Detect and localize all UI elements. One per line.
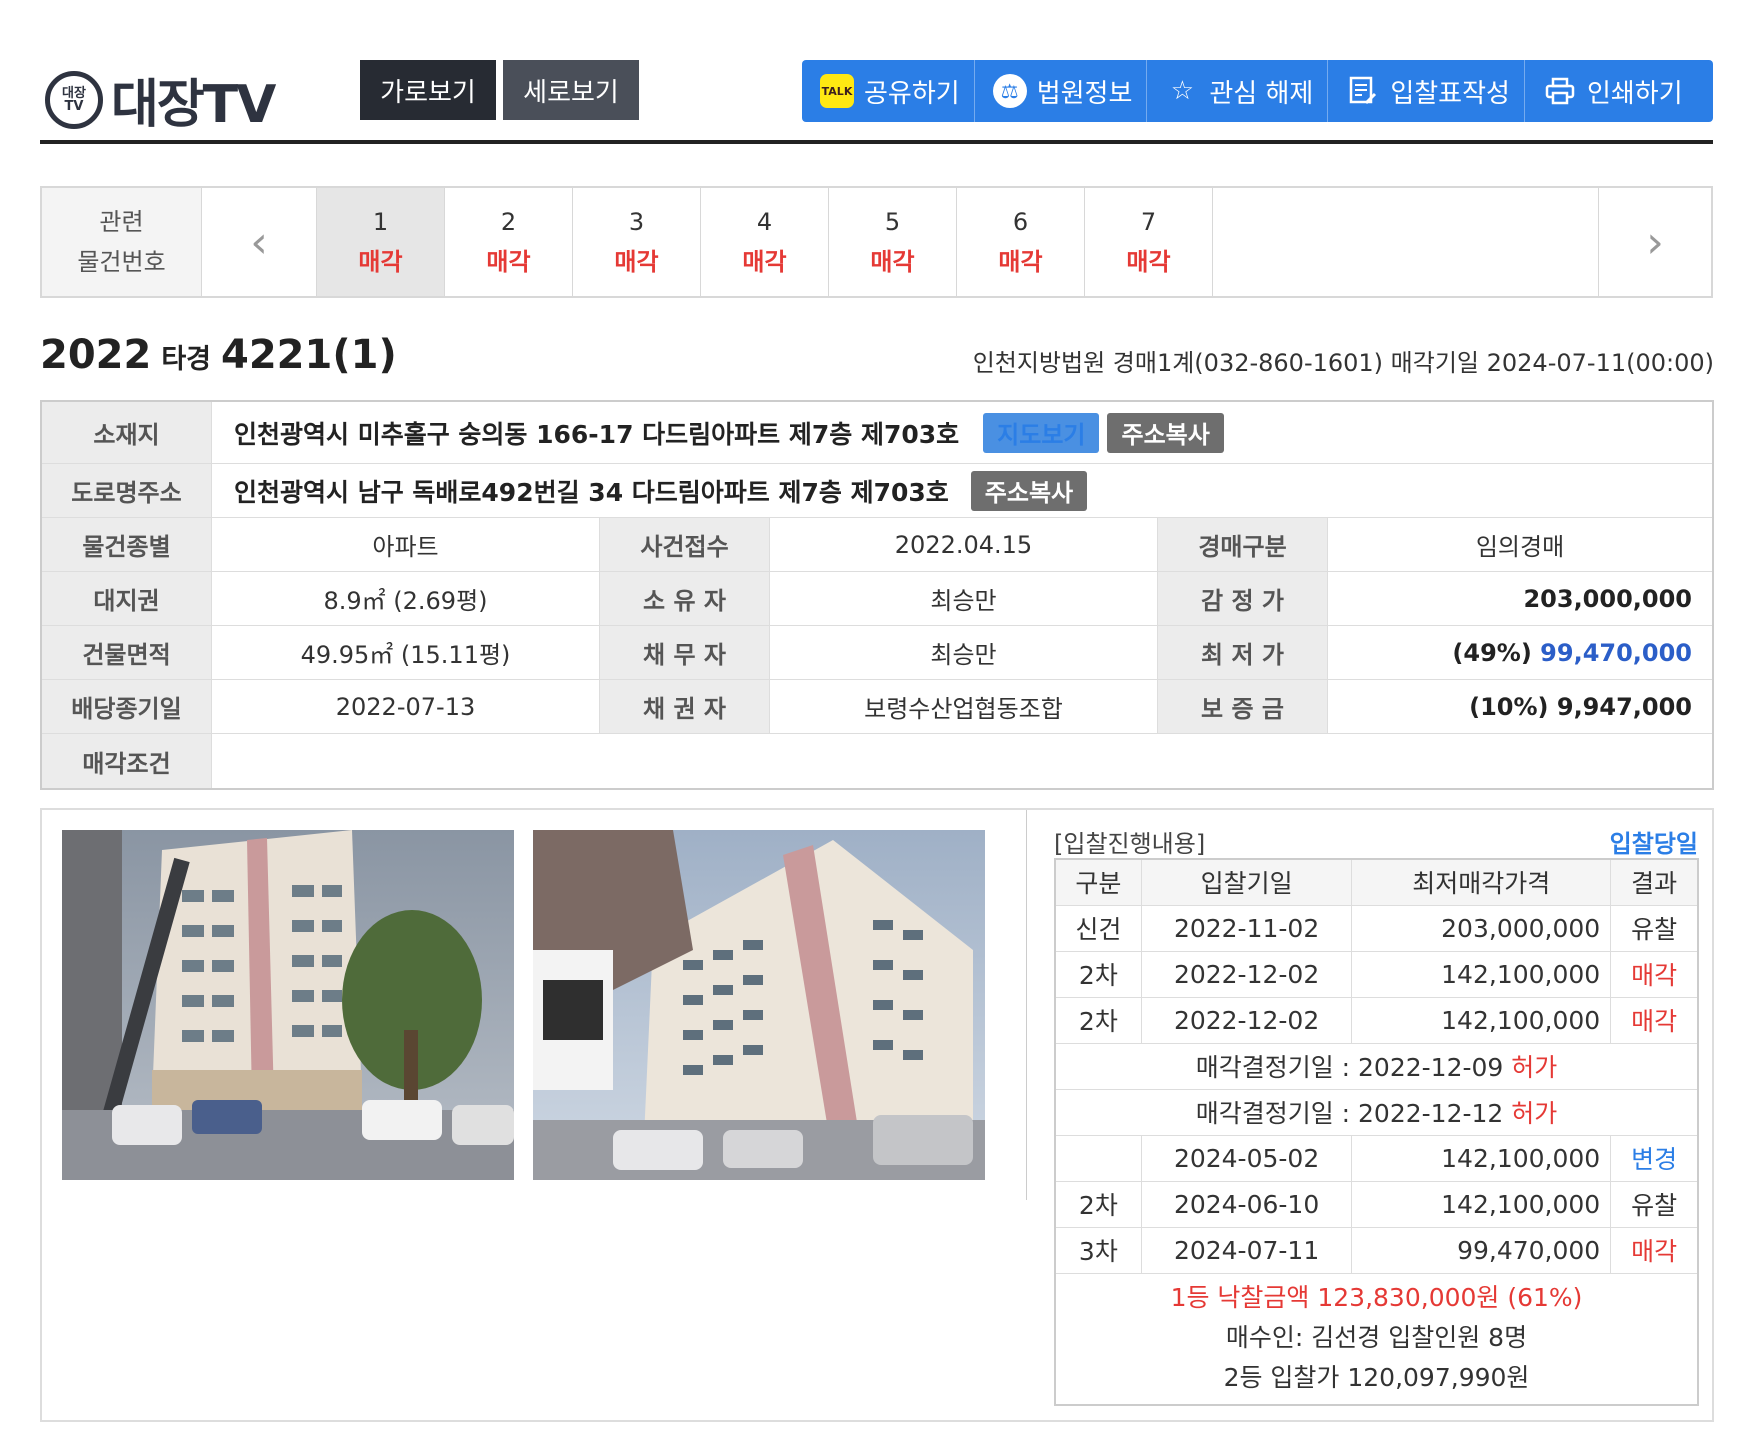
print-button[interactable]: 인쇄하기	[1523, 60, 1697, 122]
related-item-5[interactable]: 5 매각	[829, 188, 957, 296]
minimum-price: (49%) 99,470,000	[1452, 638, 1692, 667]
related-label: 관련 물건번호	[42, 188, 202, 296]
map-view-button[interactable]: 지도보기	[983, 412, 1100, 453]
unfavorite-label: 관심 해제	[1209, 78, 1314, 109]
court-case-info: 인천지방법원 경매1계(032-860-1601) 매각기일 2024-07-1…	[972, 349, 1714, 377]
site-header: 대장 TV 대장TV 가로보기 세로보기 TALK 공유하기 ⚖ 법원정보 ☆ 관…	[40, 40, 1713, 144]
related-item-7[interactable]: 7 매각	[1085, 188, 1213, 296]
info-row: 물건종별 아파트 사건접수 2022.04.15 경매구분 임의경매	[42, 518, 1712, 572]
case-number: 2022 타경 4221(1)	[40, 332, 397, 378]
bid-history-caption: [입찰진행내용]	[1054, 830, 1206, 858]
related-item-6[interactable]: 6 매각	[957, 188, 1085, 296]
condition-row: 매각조건	[42, 734, 1712, 788]
court-info-label: 법원정보	[1036, 78, 1133, 109]
info-row: 건물면적 49.95㎡ (15.11평) 채 무 자 최승만 최 저 가 (49…	[42, 626, 1712, 680]
deposit-value: (10%) 9,947,000	[1469, 692, 1692, 721]
condition-value	[212, 734, 1712, 788]
kakaotalk-icon: TALK	[820, 74, 854, 108]
road-address: 인천광역시 남구 독배로492번길 34 다드림아파트 제7층 제703호	[234, 477, 949, 507]
horizontal-view-button[interactable]: 가로보기	[360, 60, 496, 120]
bid-row: 신건 2022-11-02 203,000,000 유찰	[1054, 904, 1699, 952]
related-item-3[interactable]: 3 매각	[573, 188, 701, 296]
next-arrow-icon[interactable]: ›	[1599, 188, 1711, 296]
bid-row: 3차 2024-07-11 99,470,000 매각	[1054, 1226, 1699, 1274]
info-row: 배당종기일 2022-07-13 채 권 자 보령수산업협동조합 보 증 금 (…	[42, 680, 1712, 734]
winning-bid: 1등 낙찰금액 123,830,000원 (61%)	[1170, 1282, 1583, 1312]
share-button[interactable]: TALK 공유하기	[802, 60, 974, 122]
copy-address-button[interactable]: 주소복사	[1107, 412, 1224, 453]
copy-road-address-button[interactable]: 주소복사	[970, 470, 1088, 511]
bid-table-header: 구분 입찰기일 최저매각가격 결과	[1054, 858, 1699, 906]
bid-history-table: 구분 입찰기일 최저매각가격 결과 신건 2022-11-02 203,000,…	[1054, 858, 1699, 1406]
bid-day-link[interactable]: 입찰당일	[1610, 824, 1698, 859]
related-empty-slot	[1213, 188, 1599, 296]
bid-form-button[interactable]: 입찰표작성	[1327, 60, 1524, 122]
related-items-nav: 관련 물건번호 ‹ 1 매각 2 매각 3 매각 4 매각 5 매각 6 매각 …	[40, 186, 1713, 298]
property-photo-2[interactable]	[533, 830, 985, 1180]
site-logo[interactable]: 대장 TV 대장TV	[45, 62, 276, 137]
related-item-1[interactable]: 1 매각	[317, 188, 445, 296]
location-label: 소재지	[42, 402, 212, 463]
condition-label: 매각조건	[42, 734, 212, 788]
logo-text: 대장TV	[111, 75, 276, 135]
second-bid: 2등 입찰가 120,097,990원	[1223, 1362, 1530, 1392]
bid-history-header: [입찰진행내용] 입찰당일	[1054, 824, 1698, 859]
star-icon: ☆	[1170, 76, 1195, 106]
related-item-2[interactable]: 2 매각	[445, 188, 573, 296]
printer-icon	[1543, 74, 1577, 108]
appraisal-value: 203,000,000	[1523, 584, 1692, 613]
bid-row: 2024-05-02 142,100,000 변경	[1054, 1134, 1699, 1182]
vertical-view-button[interactable]: 세로보기	[503, 60, 639, 120]
court-info-button[interactable]: ⚖ 법원정보	[973, 60, 1147, 122]
prev-arrow-icon[interactable]: ‹	[202, 188, 317, 296]
location-row: 소재지 인천광역시 미추홀구 숭의동 166-17 다드림아파트 제7층 제70…	[42, 402, 1712, 464]
section-divider	[1026, 810, 1027, 1200]
location-address: 인천광역시 미추홀구 숭의동 166-17 다드림아파트 제7층 제703호	[234, 419, 960, 449]
bid-row: 2차 2024-06-10 142,100,000 유찰	[1054, 1180, 1699, 1228]
bid-row: 2차 2022-12-02 142,100,000 매각	[1054, 950, 1699, 998]
road-address-label: 도로명주소	[42, 464, 212, 517]
share-label: 공유하기	[864, 78, 960, 109]
related-item-4[interactable]: 4 매각	[701, 188, 829, 296]
auction-result-row: 1등 낙찰금액 123,830,000원 (61%) 매수인: 김선경 입찰인원…	[1054, 1272, 1699, 1405]
bid-form-label: 입찰표작성	[1390, 78, 1510, 109]
detail-section: [입찰진행내용] 입찰당일 구분 입찰기일 최저매각가격 결과 신건 2022-…	[40, 808, 1714, 1422]
bid-row: 2차 2022-12-02 142,100,000 매각	[1054, 996, 1699, 1044]
buyer-info: 매수인: 김선경 입찰인원 8명	[1225, 1322, 1528, 1352]
property-photo-1[interactable]	[62, 830, 514, 1180]
sale-decision-row: 매각결정기일 : 2022-12-12 허가	[1054, 1088, 1699, 1136]
document-edit-icon	[1346, 74, 1380, 108]
action-toolbar: TALK 공유하기 ⚖ 법원정보 ☆ 관심 해제 입찰표작성 인쇄하기	[802, 60, 1713, 122]
logo-badge-icon: 대장 TV	[45, 70, 103, 129]
road-address-row: 도로명주소 인천광역시 남구 독배로492번길 34 다드림아파트 제7층 제7…	[42, 464, 1712, 518]
print-label: 인쇄하기	[1586, 78, 1683, 109]
sale-decision-row: 매각결정기일 : 2022-12-09 허가	[1054, 1042, 1699, 1090]
property-info-table: 소재지 인천광역시 미추홀구 숭의동 166-17 다드림아파트 제7층 제70…	[40, 400, 1714, 790]
unfavorite-button[interactable]: ☆ 관심 해제	[1146, 60, 1327, 122]
info-row: 대지권 8.9㎡ (2.69평) 소 유 자 최승만 감 정 가 203,000…	[42, 572, 1712, 626]
court-icon: ⚖	[992, 74, 1027, 108]
